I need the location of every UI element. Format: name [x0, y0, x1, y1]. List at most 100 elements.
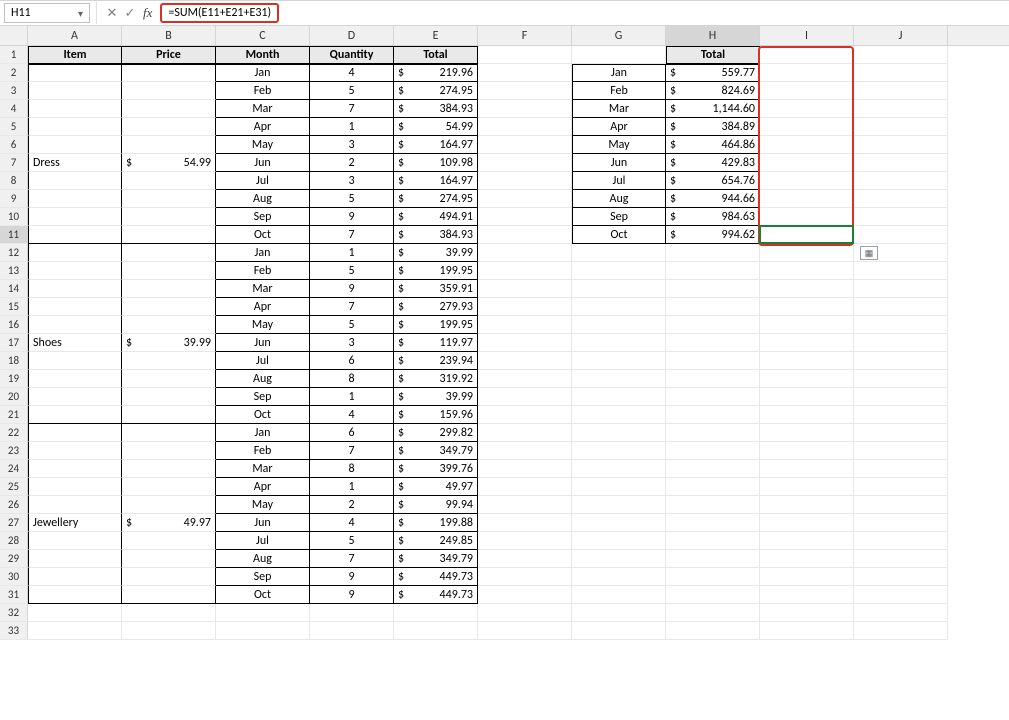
cell-summary-total[interactable] — [666, 424, 760, 442]
select-all-corner[interactable] — [0, 26, 28, 45]
cell-item[interactable]: Item — [28, 46, 122, 64]
cell-quantity[interactable]: 5 — [310, 532, 394, 550]
cell-total[interactable] — [394, 622, 478, 640]
cell-month[interactable]: Oct — [216, 406, 310, 424]
cell-quantity[interactable]: 5 — [310, 316, 394, 334]
cell-summary-total[interactable]: $464.86 — [666, 136, 760, 154]
cell-empty[interactable] — [854, 154, 948, 172]
cell-empty[interactable] — [760, 496, 854, 514]
cell-summary-total[interactable]: $559.77 — [666, 64, 760, 82]
cell-empty[interactable] — [854, 226, 948, 244]
cell-summary-month[interactable] — [572, 622, 666, 640]
cell-empty[interactable] — [760, 46, 854, 64]
cell-summary-month[interactable] — [572, 514, 666, 532]
cell-empty[interactable] — [478, 244, 572, 262]
cell-price[interactable] — [122, 280, 216, 298]
row-header[interactable]: 24 — [0, 460, 28, 478]
cell-total[interactable]: $199.95 — [394, 316, 478, 334]
cell-empty[interactable] — [478, 586, 572, 604]
cell-empty[interactable] — [760, 298, 854, 316]
cell-quantity[interactable]: 4 — [310, 514, 394, 532]
cell-summary-month[interactable] — [572, 334, 666, 352]
row-header[interactable]: 10 — [0, 208, 28, 226]
cell-summary-month[interactable]: Jul — [572, 172, 666, 190]
cell-month[interactable]: Jul — [216, 172, 310, 190]
cell-empty[interactable] — [854, 172, 948, 190]
cell-item[interactable] — [28, 622, 122, 640]
cell-month[interactable]: May — [216, 136, 310, 154]
cell-empty[interactable] — [478, 388, 572, 406]
cell-item[interactable] — [28, 352, 122, 370]
col-header-H[interactable]: H — [666, 26, 760, 45]
cell-price[interactable] — [122, 550, 216, 568]
cell-empty[interactable] — [478, 604, 572, 622]
cell-empty[interactable] — [760, 622, 854, 640]
cell-total[interactable]: $349.79 — [394, 442, 478, 460]
autofill-options-icon[interactable]: ▦ — [860, 246, 878, 260]
cell-total[interactable]: $279.93 — [394, 298, 478, 316]
cell-month[interactable]: Apr — [216, 478, 310, 496]
cell-summary-month[interactable] — [572, 586, 666, 604]
accept-formula-icon[interactable]: ✓ — [121, 3, 139, 23]
cell-empty[interactable] — [760, 244, 854, 262]
formula-input[interactable]: =SUM(E11+E21+E31) — [160, 3, 279, 23]
cell-empty[interactable] — [854, 460, 948, 478]
row-header[interactable]: 19 — [0, 370, 28, 388]
cell-empty[interactable] — [478, 352, 572, 370]
cell-quantity[interactable]: 2 — [310, 496, 394, 514]
cell-month[interactable]: Aug — [216, 190, 310, 208]
row-header[interactable]: 1 — [0, 46, 28, 64]
cell-empty[interactable] — [478, 172, 572, 190]
cell-empty[interactable] — [760, 442, 854, 460]
cell-month[interactable]: Jan — [216, 244, 310, 262]
cell-quantity[interactable]: 9 — [310, 568, 394, 586]
row-header[interactable]: 16 — [0, 316, 28, 334]
cell-summary-total[interactable]: Total — [666, 46, 760, 64]
cell-empty[interactable] — [854, 586, 948, 604]
cell-price[interactable] — [122, 406, 216, 424]
cell-summary-month[interactable]: Aug — [572, 190, 666, 208]
cell-summary-month[interactable] — [572, 568, 666, 586]
cell-empty[interactable] — [854, 604, 948, 622]
cell-item[interactable] — [28, 280, 122, 298]
col-header-A[interactable]: A — [28, 26, 122, 45]
cell-price[interactable] — [122, 262, 216, 280]
cell-price[interactable] — [122, 136, 216, 154]
cell-summary-total[interactable]: $824.69 — [666, 82, 760, 100]
cell-total[interactable]: $239.94 — [394, 352, 478, 370]
cell-price[interactable] — [122, 388, 216, 406]
cell-empty[interactable] — [760, 460, 854, 478]
row-header[interactable]: 22 — [0, 424, 28, 442]
cell-empty[interactable] — [854, 100, 948, 118]
row-header[interactable]: 33 — [0, 622, 28, 640]
cell-item[interactable] — [28, 64, 122, 82]
cell-price[interactable] — [122, 622, 216, 640]
cell-empty[interactable] — [760, 478, 854, 496]
cell-quantity[interactable]: 3 — [310, 172, 394, 190]
cell-summary-total[interactable]: $654.76 — [666, 172, 760, 190]
cell-total[interactable]: $39.99 — [394, 244, 478, 262]
cell-empty[interactable] — [854, 136, 948, 154]
row-header[interactable]: 21 — [0, 406, 28, 424]
cell-empty[interactable] — [478, 82, 572, 100]
col-header-I[interactable]: I — [760, 26, 854, 45]
cell-empty[interactable] — [760, 280, 854, 298]
cell-price[interactable] — [122, 604, 216, 622]
name-box[interactable]: H11 ▾ — [4, 3, 90, 23]
cell-price[interactable] — [122, 496, 216, 514]
cell-summary-total[interactable] — [666, 442, 760, 460]
cell-empty[interactable] — [478, 424, 572, 442]
cell-quantity[interactable]: 8 — [310, 460, 394, 478]
cell-quantity[interactable] — [310, 604, 394, 622]
cell-summary-month[interactable]: Apr — [572, 118, 666, 136]
cell-month[interactable]: Aug — [216, 550, 310, 568]
cell-summary-month[interactable] — [572, 424, 666, 442]
cell-month[interactable]: Sep — [216, 208, 310, 226]
row-header[interactable]: 23 — [0, 442, 28, 460]
cell-quantity[interactable]: 7 — [310, 100, 394, 118]
cell-item[interactable] — [28, 244, 122, 262]
cell-summary-total[interactable] — [666, 316, 760, 334]
cell-empty[interactable] — [478, 118, 572, 136]
cell-empty[interactable] — [854, 46, 948, 64]
cell-summary-total[interactable] — [666, 460, 760, 478]
